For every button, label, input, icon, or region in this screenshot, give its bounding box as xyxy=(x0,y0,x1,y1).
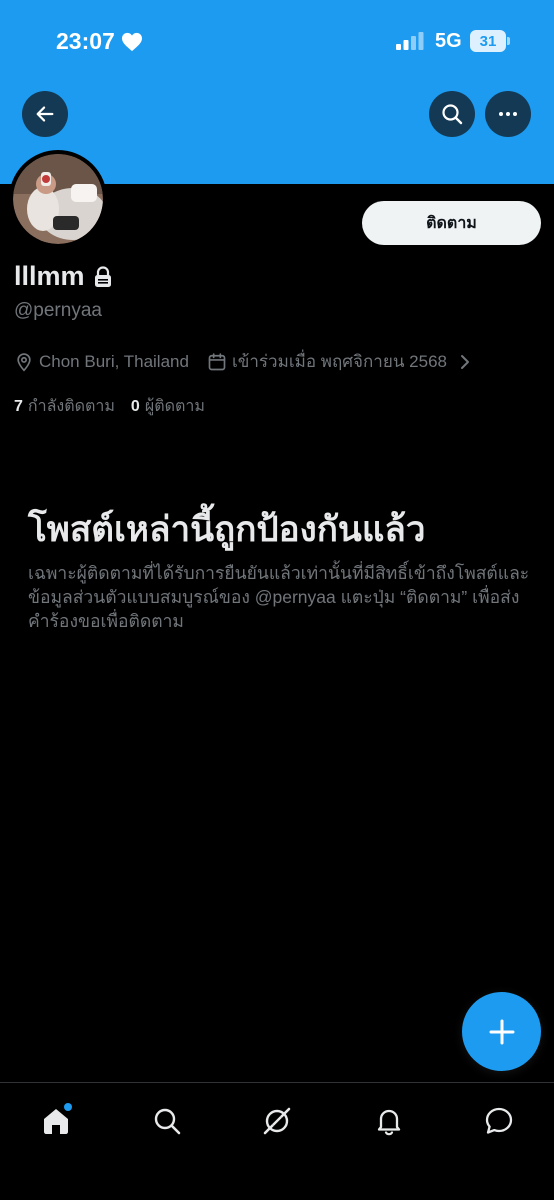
chat-icon xyxy=(485,1107,513,1134)
arrow-left-icon xyxy=(36,106,54,122)
nav-home[interactable] xyxy=(28,1099,84,1143)
location-pin-icon xyxy=(17,352,31,372)
plus-icon xyxy=(489,1019,514,1044)
display-name: lllmm xyxy=(14,261,85,291)
profile-handle: @pernyaa xyxy=(14,300,102,321)
search-icon xyxy=(442,104,463,125)
location-text: Chon Buri, Thailand xyxy=(39,351,189,371)
battery-icon: 31 xyxy=(470,30,506,52)
nav-messages[interactable] xyxy=(471,1099,527,1143)
more-button[interactable] xyxy=(485,91,531,137)
status-bar: 23:07 5G 31 xyxy=(0,0,554,84)
heart-icon xyxy=(121,32,142,51)
time-text: 23:07 xyxy=(56,28,115,54)
followers-label: ผู้ติดตาม xyxy=(144,398,205,415)
following-count: 7 xyxy=(14,398,23,415)
back-button[interactable] xyxy=(22,91,68,137)
follow-stats: 7 กำลังติดตาม 0 ผู้ติดตาม xyxy=(14,394,221,419)
following-label: กำลังติดตาม xyxy=(27,398,115,415)
profile-meta: Chon Buri, Thailand เข้าร่วมเมื่อ พฤศจิก… xyxy=(14,348,490,375)
status-time: 23:07 xyxy=(56,28,143,55)
bell-icon xyxy=(377,1109,401,1136)
location-item: Chon Buri, Thailand xyxy=(14,352,189,372)
joined-text: เข้าร่วมเมื่อ พฤศจิกายน 2568 xyxy=(231,352,447,371)
followers-stat[interactable]: 0 ผู้ติดตาม xyxy=(131,394,205,419)
protected-description: เฉพาะผู้ติดตามที่ได้รับการยืนยันแล้วเท่า… xyxy=(28,563,530,631)
calendar-icon xyxy=(208,352,226,370)
nav-search[interactable] xyxy=(139,1099,195,1143)
network-type: 5G xyxy=(435,30,462,52)
bottom-nav xyxy=(0,1082,554,1200)
avatar[interactable] xyxy=(9,150,107,248)
joined-item[interactable]: เข้าร่วมเมื่อ พฤศจิกายน 2568 xyxy=(207,348,472,375)
search-icon xyxy=(154,1108,181,1135)
display-name-row: lllmm xyxy=(14,261,113,292)
notification-dot xyxy=(64,1103,72,1111)
lock-icon xyxy=(94,265,111,287)
signal-icon xyxy=(396,32,424,50)
nav-notifications[interactable] xyxy=(361,1099,417,1143)
chevron-right-icon xyxy=(460,354,469,369)
followers-count: 0 xyxy=(130,398,140,415)
battery-tip xyxy=(507,37,510,45)
grok-icon xyxy=(263,1107,291,1135)
following-stat[interactable]: 7 กำลังติดตาม xyxy=(14,394,115,419)
search-button[interactable] xyxy=(429,91,475,137)
compose-post-button[interactable] xyxy=(462,992,541,1071)
protected-title: โพสต์เหล่านี้ถูกป้องกันแล้ว xyxy=(28,510,426,549)
follow-button[interactable]: ติดตาม xyxy=(362,201,541,245)
battery-level: 31 xyxy=(479,32,497,50)
avatar-photo xyxy=(13,154,103,244)
nav-grok[interactable] xyxy=(249,1099,305,1143)
more-horizontal-icon xyxy=(499,112,517,116)
